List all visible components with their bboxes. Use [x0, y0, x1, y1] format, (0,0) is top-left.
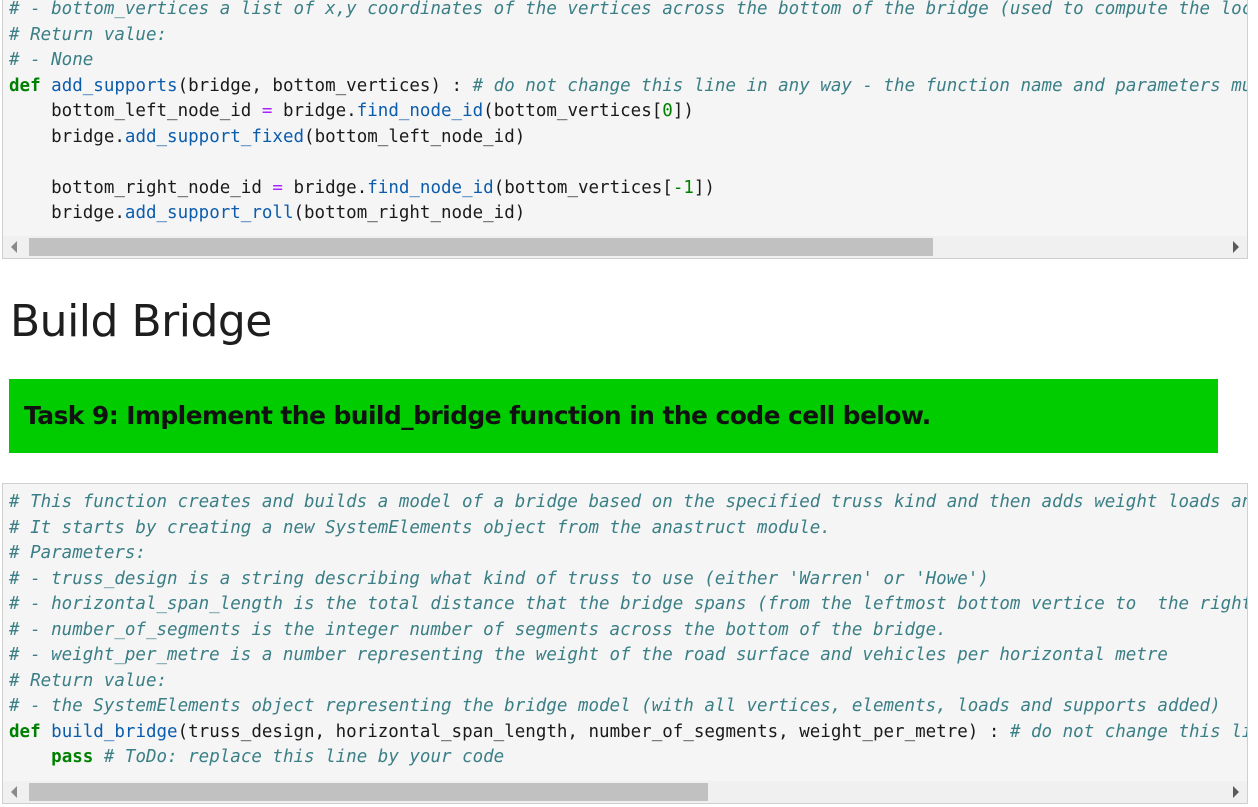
code-token: (truss_design, horizontal_span_length, n… — [177, 721, 1010, 742]
code-editor[interactable]: # This function creates and builds a mod… — [9, 490, 1247, 771]
code-token: = — [261, 101, 273, 121]
code-token: # It starts by creating a new SystemElem… — [9, 517, 831, 538]
code-line[interactable]: # - number_of_segments is the integer nu… — [9, 618, 1247, 644]
code-token: def — [9, 721, 41, 742]
code-editor[interactable]: # - bottom_vertices a list of x,y coordi… — [9, 0, 1247, 227]
code-token: # ToDo: replace this line by your code — [103, 747, 505, 767]
code-line[interactable]: def build_bridge(truss_design, horizonta… — [9, 720, 1247, 746]
code-line[interactable]: bridge.add_support_roll(bottom_right_nod… — [9, 201, 1247, 227]
code-token: # - weight_per_metre is a number represe… — [9, 645, 1168, 665]
code-line[interactable]: # - weight_per_metre is a number represe… — [9, 643, 1247, 669]
code-token: (bridge, bottom_vertices) : — [177, 75, 473, 96]
code-token: bridge. — [9, 126, 125, 147]
scrollbar-thumb[interactable] — [29, 783, 708, 801]
code-token: build_bridge — [51, 721, 178, 742]
code-token: # - horizontal_span_length is the total … — [9, 594, 1248, 614]
code-token: # Return value: — [9, 24, 168, 45]
code-token: 0 — [662, 101, 673, 121]
horizontal-scrollbar[interactable] — [3, 236, 1247, 258]
code-token: def — [9, 75, 41, 96]
code-line[interactable]: # - truss_design is a string describing … — [9, 567, 1247, 593]
code-token: # This function creates and builds a mod… — [9, 492, 1248, 512]
code-token: bottom_left_node_id — [9, 101, 262, 121]
code-line[interactable]: bottom_right_node_id = bridge.find_node_… — [9, 176, 1247, 202]
code-token: (bottom_right_node_id) — [293, 203, 526, 223]
scroll-right-arrow-icon[interactable] — [1233, 786, 1239, 798]
code-token: add_supports — [51, 75, 178, 96]
code-token: # Return value: — [9, 670, 168, 691]
code-token: ]) — [693, 177, 715, 198]
code-line[interactable] — [9, 150, 1247, 176]
code-token: bridge. — [272, 101, 357, 121]
code-token: ]) — [672, 101, 694, 121]
code-token: pass — [51, 747, 94, 767]
code-token: # do not change this line in any way - t… — [472, 75, 1248, 96]
code-token: find_node_id — [367, 177, 494, 198]
code-line[interactable]: pass # ToDo: replace this line by your c… — [9, 745, 1247, 771]
horizontal-scrollbar[interactable] — [3, 781, 1247, 803]
code-token: # - truss_design is a string describing … — [9, 568, 989, 589]
scroll-right-arrow-icon[interactable] — [1233, 241, 1239, 253]
code-line[interactable]: # This function creates and builds a mod… — [9, 490, 1247, 516]
code-line[interactable]: # It starts by creating a new SystemElem… — [9, 516, 1247, 542]
code-token: find_node_id — [356, 101, 484, 121]
code-line[interactable]: # - horizontal_span_length is the total … — [9, 592, 1247, 618]
task-banner-text: Task 9: Implement the build_bridge funct… — [24, 401, 931, 430]
code-line[interactable]: bridge.add_support_fixed(bottom_left_nod… — [9, 125, 1247, 151]
code-token: (bottom_vertices[ — [493, 177, 673, 198]
code-token: # Parameters: — [9, 543, 146, 563]
code-token: bridge. — [9, 203, 125, 223]
code-line[interactable]: # Parameters: — [9, 541, 1247, 567]
code-token: (bottom_vertices[ — [483, 101, 663, 121]
code-token: # - None — [9, 50, 94, 70]
task-banner: Task 9: Implement the build_bridge funct… — [9, 379, 1218, 453]
code-token: # - number_of_segments is the integer nu… — [9, 619, 947, 640]
code-token: bottom_right_node_id — [9, 177, 273, 198]
code-token: (bottom_left_node_id) — [304, 126, 526, 147]
code-cell-add-supports[interactable]: # - bottom_vertices a list of x,y coordi… — [2, 0, 1248, 259]
code-line[interactable]: # Return value: — [9, 23, 1247, 49]
code-line[interactable]: def add_supports(bridge, bottom_vertices… — [9, 74, 1247, 100]
scroll-left-arrow-icon[interactable] — [11, 786, 17, 798]
code-line[interactable]: # Return value: — [9, 669, 1247, 695]
scroll-left-arrow-icon[interactable] — [11, 241, 17, 253]
code-token: add_support_roll — [124, 203, 294, 223]
code-cell-build-bridge[interactable]: # This function creates and builds a mod… — [2, 483, 1248, 804]
code-token: bridge. — [282, 177, 368, 198]
section-heading: Build Bridge — [10, 296, 272, 347]
code-token: -1 — [672, 177, 694, 198]
code-line[interactable]: bottom_left_node_id = bridge.find_node_i… — [9, 99, 1247, 125]
code-line[interactable]: # - None — [9, 48, 1247, 74]
code-token: # do not change this line — [1009, 721, 1248, 742]
code-line[interactable]: # - bottom_vertices a list of x,y coordi… — [9, 0, 1247, 23]
code-token: # - bottom_vertices a list of x,y coordi… — [9, 0, 1248, 19]
code-line[interactable]: # - the SystemElements object representi… — [9, 694, 1247, 720]
code-token: = — [272, 177, 283, 198]
code-token: # - the SystemElements object representi… — [9, 696, 1221, 716]
code-token: add_support_fixed — [124, 126, 305, 147]
scrollbar-thumb[interactable] — [29, 238, 933, 256]
